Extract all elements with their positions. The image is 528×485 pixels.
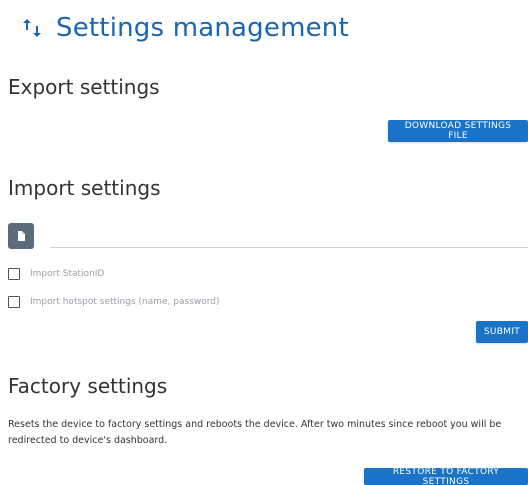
factory-settings-title: Factory settings <box>8 374 168 398</box>
factory-description: Resets the device to factory settings an… <box>8 419 502 446</box>
import-hotspot-label[interactable]: Import hotspot settings (name, password) <box>30 297 220 307</box>
restore-factory-button[interactable]: RESTORE TO FACTORY SETTINGS <box>364 467 528 485</box>
submit-button[interactable]: SUBMIT <box>476 321 528 343</box>
import-hotspot-row[interactable]: Import hotspot settings (name, password) <box>8 296 220 308</box>
file-icon <box>18 231 25 241</box>
import-stationid-label[interactable]: Import StationID <box>30 269 104 279</box>
download-settings-button[interactable]: DOWNLOAD SETTINGS FILE <box>388 120 528 142</box>
page-title: Settings management <box>56 13 349 43</box>
settings-management-page: Settings management Export settings DOWN… <box>0 0 528 485</box>
export-settings-title: Export settings <box>8 75 160 99</box>
import-stationid-row[interactable]: Import StationID <box>8 268 104 280</box>
sort-arrows-icon <box>23 19 41 37</box>
page-header: Settings management <box>20 8 349 48</box>
import-hotspot-checkbox[interactable] <box>8 296 20 308</box>
file-picker-button[interactable] <box>8 223 34 249</box>
file-name-input[interactable] <box>52 231 524 245</box>
import-settings-title: Import settings <box>8 176 161 200</box>
import-stationid-checkbox[interactable] <box>8 268 20 280</box>
file-input-underline <box>50 247 528 248</box>
